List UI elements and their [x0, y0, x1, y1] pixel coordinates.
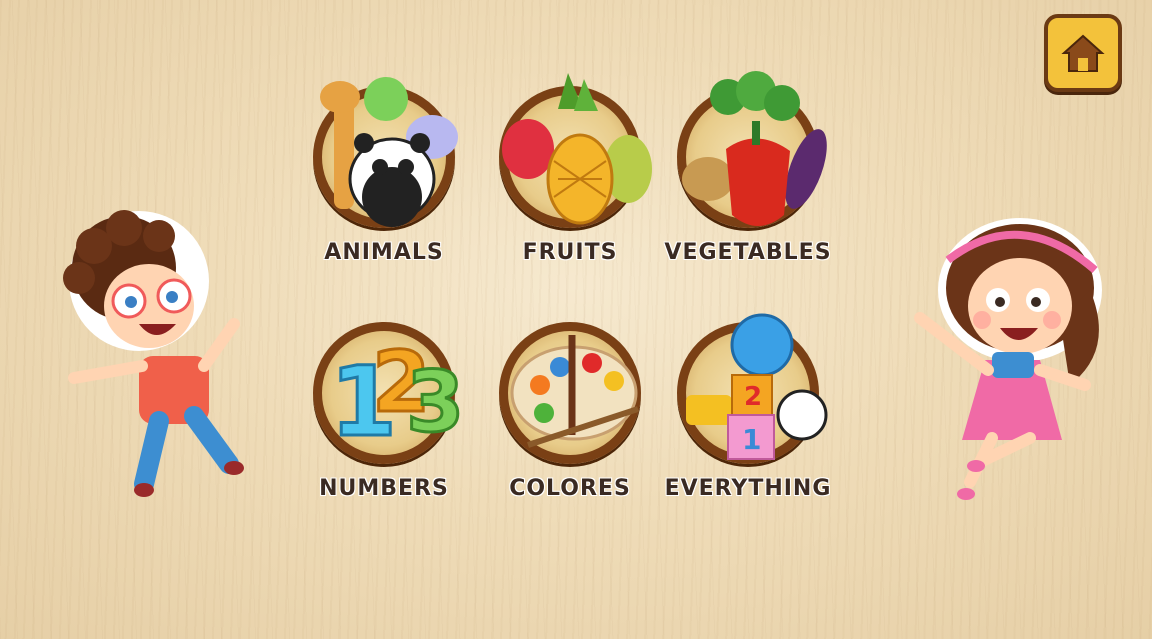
- vegetables-disc: [677, 71, 827, 228]
- numbers-icon: 1 2 3: [329, 332, 466, 460]
- category-label: COLORES: [509, 476, 631, 501]
- everything-icon: 2 1: [686, 313, 828, 460]
- svg-text:1: 1: [742, 423, 761, 456]
- category-vegetables[interactable]: VEGETABLES: [648, 71, 848, 265]
- numbers-disc: 1 2 3: [313, 322, 466, 464]
- category-label: NUMBERS: [319, 476, 449, 501]
- category-fruits[interactable]: FRUITS: [470, 73, 670, 265]
- girl-character: [914, 218, 1102, 500]
- category-label: EVERYTHING: [664, 476, 832, 501]
- palette-icon: [510, 335, 639, 448]
- home-button[interactable]: [1044, 14, 1122, 92]
- everything-disc: 2 1: [677, 313, 828, 464]
- category-label: VEGETABLES: [664, 240, 832, 265]
- category-numbers[interactable]: 1 2 3 NUMBERS: [284, 322, 484, 501]
- category-animals[interactable]: ANIMALS: [284, 77, 484, 265]
- animals-icon: [320, 77, 458, 227]
- fruits-disc: [499, 73, 652, 228]
- home-icon: [1061, 34, 1105, 72]
- category-label: ANIMALS: [324, 240, 444, 265]
- colores-disc: [499, 322, 641, 464]
- category-colores[interactable]: COLORES: [470, 322, 670, 501]
- svg-text:2: 2: [744, 382, 762, 412]
- category-label: FRUITS: [522, 240, 618, 265]
- vegetables-icon: [682, 71, 827, 226]
- animals-disc: [313, 77, 458, 228]
- svg-text:3: 3: [406, 353, 464, 451]
- category-everything[interactable]: 2 1 EVERYTHING: [648, 313, 848, 501]
- fruits-icon: [502, 73, 652, 225]
- boy-character: [63, 210, 244, 497]
